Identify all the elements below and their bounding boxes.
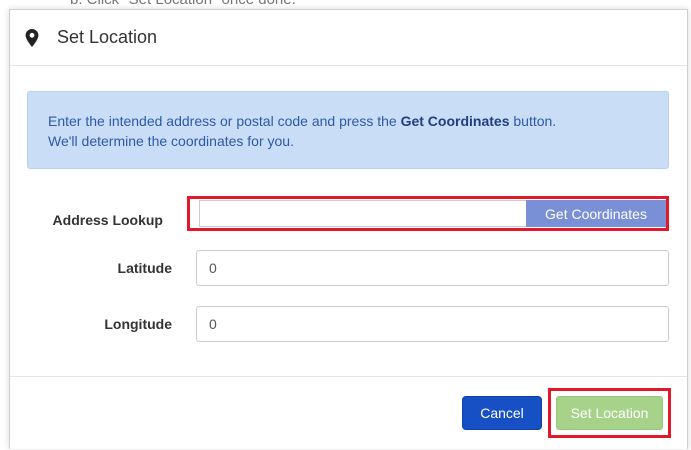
- longitude-label: Longitude: [104, 316, 172, 332]
- cancel-button[interactable]: Cancel: [462, 396, 542, 430]
- info-line-2: We'll determine the coordinates for you.: [48, 133, 294, 149]
- info-line-1: Enter the intended address or postal cod…: [48, 111, 648, 131]
- address-lookup-row: Address Lookup Get Coordinates: [10, 196, 687, 240]
- address-lookup-highlight: Get Coordinates: [187, 196, 669, 231]
- latitude-row: Latitude: [10, 250, 687, 288]
- dialog-footer: Cancel Set Location: [10, 376, 687, 450]
- info-text-bold: Get Coordinates: [400, 113, 510, 129]
- dialog-title: Set Location: [57, 27, 158, 47]
- address-lookup-label: Address Lookup: [52, 212, 163, 228]
- info-text-start: Enter the intended address or postal cod…: [48, 113, 401, 129]
- map-marker-icon: [25, 28, 39, 47]
- set-location-dialog: Set Location Enter the intended address …: [9, 9, 688, 449]
- latitude-input[interactable]: [196, 250, 669, 286]
- longitude-input[interactable]: [196, 306, 669, 342]
- info-text-end: button.: [509, 113, 557, 129]
- set-location-button[interactable]: Set Location: [556, 396, 663, 430]
- latitude-label: Latitude: [117, 260, 172, 276]
- get-coordinates-button[interactable]: Get Coordinates: [526, 200, 666, 227]
- address-lookup-input[interactable]: [199, 200, 526, 227]
- dialog-header: Set Location: [10, 10, 687, 66]
- set-location-highlight: Set Location: [548, 388, 671, 438]
- background-instruction-text: b. Click "Set Location" once done.: [70, 0, 296, 8]
- info-alert: Enter the intended address or postal cod…: [27, 91, 669, 169]
- longitude-row: Longitude: [10, 306, 687, 344]
